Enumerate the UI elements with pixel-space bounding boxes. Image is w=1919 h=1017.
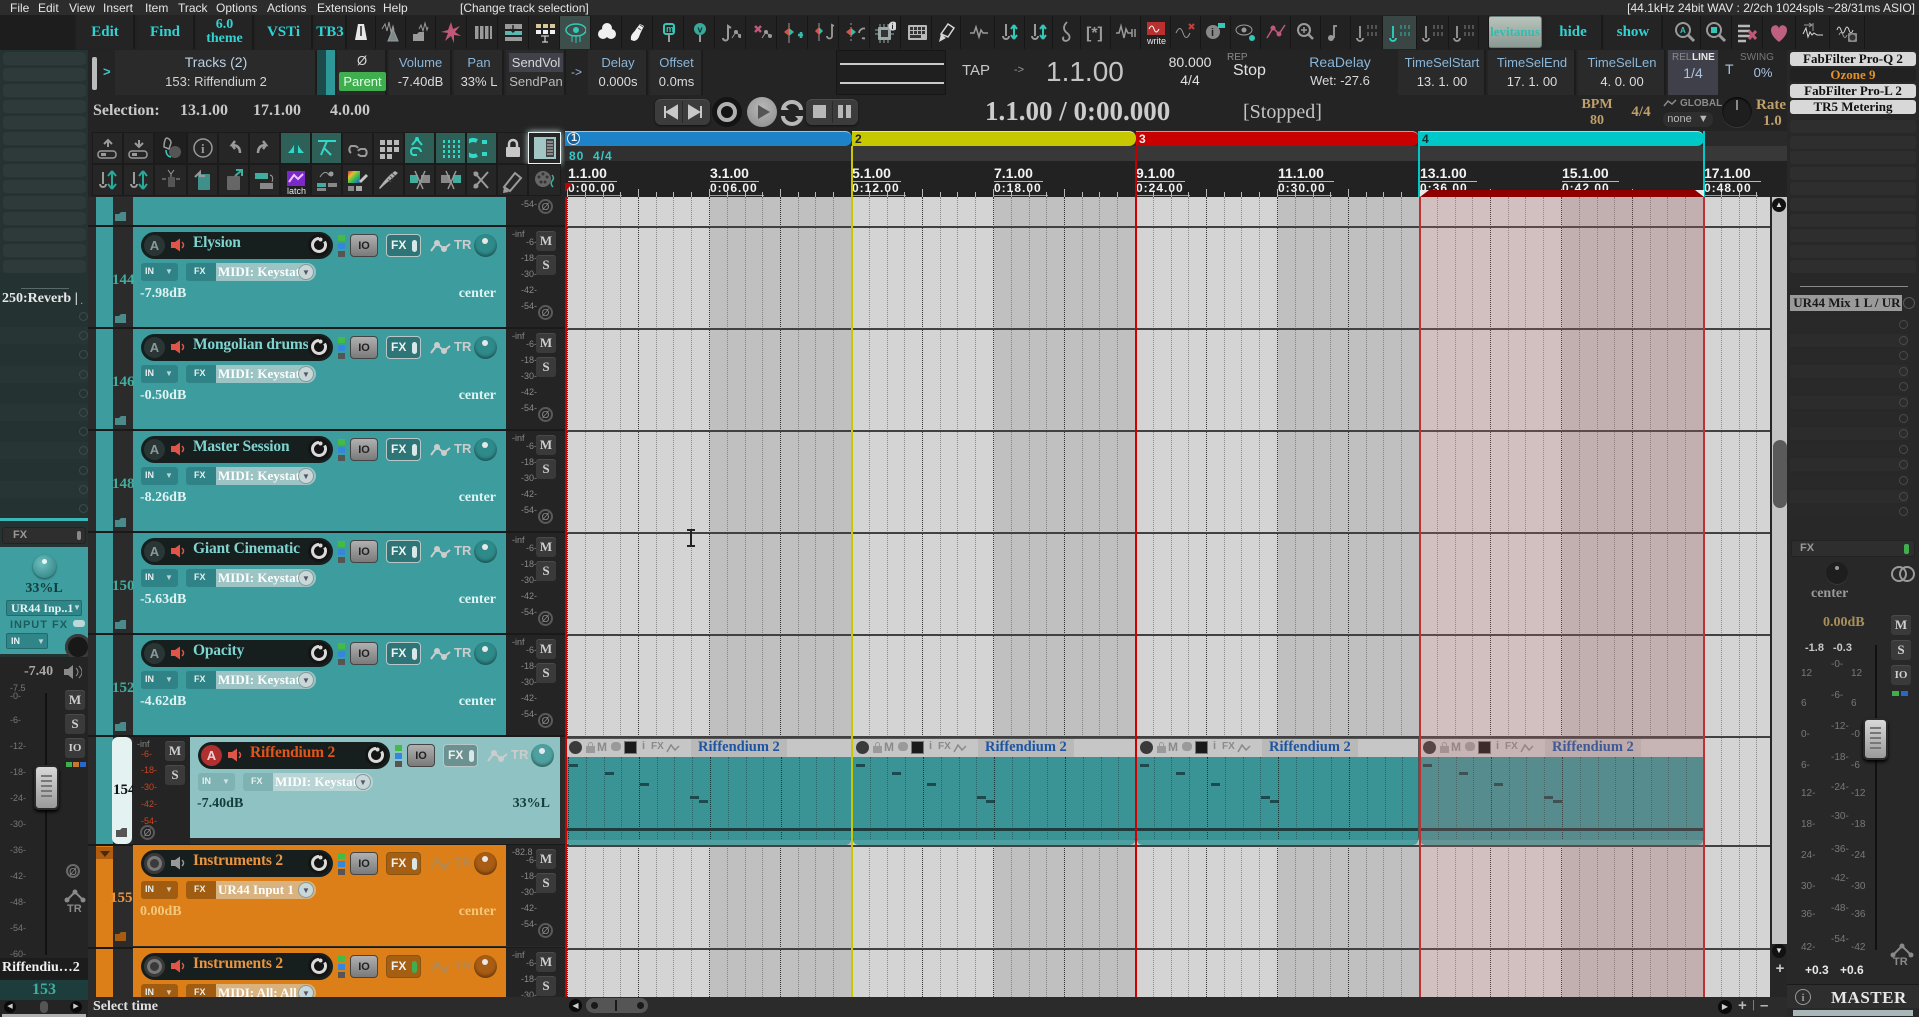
svg-text:latch: latch [287, 186, 306, 195]
svg-text:write: write [1146, 36, 1166, 46]
svg-text:i: i [201, 141, 205, 156]
svg-text:i: i [892, 24, 894, 31]
svg-text:A: A [1680, 26, 1686, 35]
svg-text:i: i [1211, 27, 1214, 39]
svg-text:[*]: [*] [1086, 25, 1103, 42]
svg-text:v: v [698, 25, 703, 35]
svg-text:m: m [666, 24, 674, 34]
